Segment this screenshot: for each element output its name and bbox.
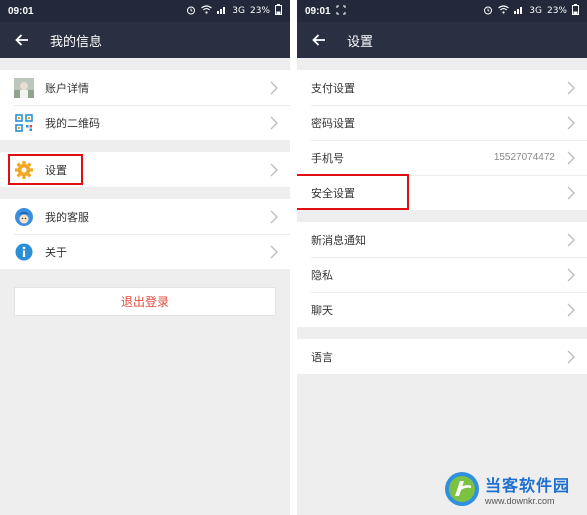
phone-number-label: 手机号 [311,151,344,165]
chevron-right-icon [270,245,278,258]
about-label: 关于 [45,245,67,259]
wifi-icon [201,5,213,17]
status-bar: 09:01 3G 23% [0,0,290,22]
battery-level: 23% [546,6,567,16]
chevron-right-icon [567,151,575,164]
back-button[interactable] [297,34,341,46]
my-info-screen: 09:01 3G 23% 我的信息 账户详情 我的二维码 设置 我的客服 关于 … [0,0,290,515]
new-message-notification-label: 新消息通知 [311,233,366,247]
screenshot-icon [336,5,346,18]
privacy-label: 隐私 [311,268,333,282]
my-qr-code-label: 我的二维码 [45,116,100,130]
battery-icon [572,4,579,18]
avatar-thumbnail [14,77,34,98]
chevron-right-icon [270,210,278,223]
page-title: 设置 [347,34,374,50]
notification-group: 新消息通知 隐私 聊天 [297,222,587,327]
settings-screen: 09:01 3G 23% 设置 支付设置 密码设置 手机号 1552707447… [297,0,587,515]
about-item[interactable]: 关于 [0,234,290,269]
customer-service-item[interactable]: 我的客服 [0,199,290,234]
status-time: 09:01 [8,5,34,17]
info-icon [14,242,34,262]
battery-level: 23% [249,6,270,16]
logout-button[interactable]: 退出登录 [14,287,276,316]
alarm-icon [186,5,196,18]
highlight-box-settings [8,154,83,185]
chevron-right-icon [270,116,278,129]
chat-item[interactable]: 聊天 [297,292,587,327]
app-bar: 设置 [297,22,587,58]
support-group: 我的客服 关于 [0,199,290,269]
customer-service-label: 我的客服 [45,210,89,224]
payment-settings-label: 支付设置 [311,81,355,95]
payment-settings-item[interactable]: 支付设置 [297,70,587,105]
watermark-url: www.downkr.com [485,496,555,506]
downkr-logo-icon [445,472,479,506]
back-arrow-icon [15,34,28,46]
account-group: 账户详情 我的二维码 [0,70,290,140]
network-type: 3G [232,6,245,16]
logout-label: 退出登录 [120,295,169,309]
qr-code-icon [14,113,34,133]
chevron-right-icon [567,268,575,281]
language-item[interactable]: 语言 [297,339,587,374]
password-settings-label: 密码设置 [311,116,355,130]
back-arrow-icon [312,34,325,46]
my-qr-code-item[interactable]: 我的二维码 [0,105,290,140]
phone-number-item[interactable]: 手机号 15527074472 [297,140,587,175]
chevron-right-icon [270,81,278,94]
chevron-right-icon [567,350,575,363]
highlight-box-security-settings [297,174,409,210]
phone-number-value: 15527074472 [493,152,555,163]
status-time: 09:01 [305,5,331,17]
language-group: 语言 [297,339,587,374]
page-title: 我的信息 [50,34,103,50]
back-button[interactable] [0,34,44,46]
signal-icon [514,5,524,17]
language-label: 语言 [311,350,333,364]
chevron-right-icon [567,186,575,199]
watermark-title: 当客软件园 [485,476,571,495]
new-message-notification-item[interactable]: 新消息通知 [297,222,587,257]
watermark: 当客软件园 www.downkr.com [443,467,583,511]
chevron-right-icon [567,116,575,129]
status-bar: 09:01 3G 23% [297,0,587,22]
alarm-icon [483,5,493,18]
account-details-label: 账户详情 [45,81,89,95]
chevron-right-icon [567,233,575,246]
account-details-item[interactable]: 账户详情 [0,70,290,105]
chevron-right-icon [567,303,575,316]
chevron-right-icon [567,81,575,94]
privacy-item[interactable]: 隐私 [297,257,587,292]
password-settings-item[interactable]: 密码设置 [297,105,587,140]
app-bar: 我的信息 [0,22,290,58]
customer-service-icon [14,207,34,227]
signal-icon [217,5,227,17]
network-type: 3G [529,6,542,16]
chat-label: 聊天 [311,303,333,317]
wifi-icon [498,5,510,17]
chevron-right-icon [270,163,278,176]
battery-icon [275,4,282,18]
